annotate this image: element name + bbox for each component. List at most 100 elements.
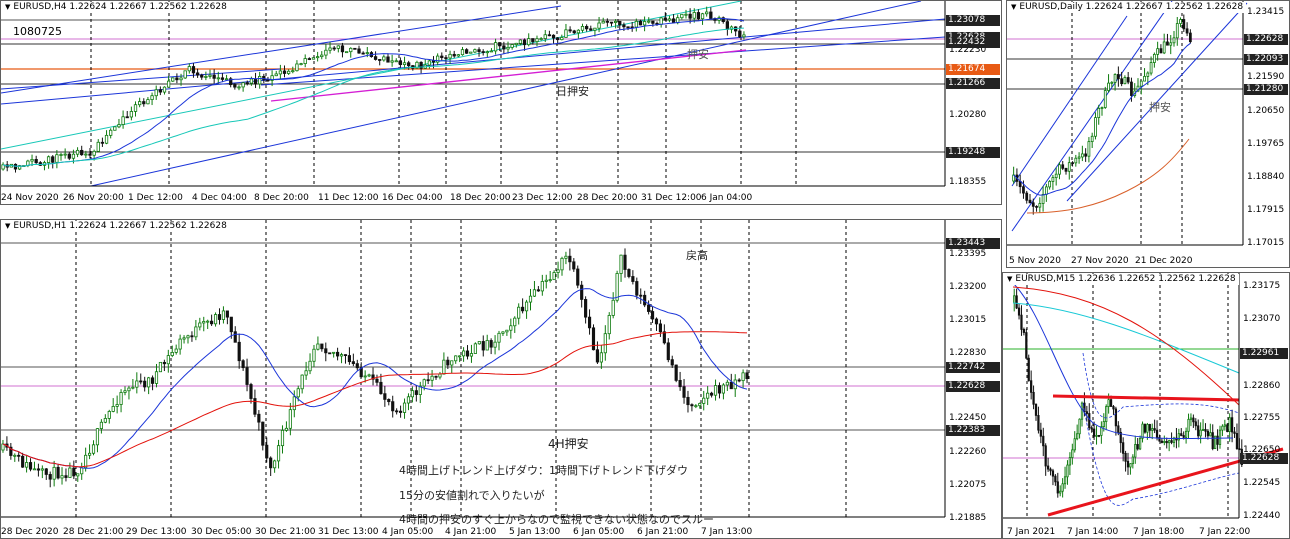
h1-candle — [682, 386, 686, 398]
time-axis-label: 21 Dec 2020 — [1135, 256, 1193, 266]
h4-candle — [667, 18, 672, 21]
h4-chart-panel[interactable]: ▼ EURUSD,H4 1.22624 1.22667 1.22562 1.226… — [0, 0, 1002, 205]
time-axis-label: 7 Jan 13:00 — [701, 527, 753, 537]
m15-chart-panel[interactable]: ▼ EURUSD,M15 1.22636 1.22652 1.22562 1.22… — [1002, 272, 1290, 539]
h1-candle — [717, 385, 722, 394]
h4-candle — [282, 70, 287, 74]
h4-candle — [183, 70, 187, 79]
h1-candle — [509, 325, 513, 331]
m15-candle — [1146, 423, 1149, 433]
h4-candle — [278, 70, 283, 75]
dropdown-triangle-icon: ▼ — [1007, 275, 1013, 283]
m15-chart-canvas[interactable] — [1003, 273, 1289, 538]
h1-candle — [324, 348, 328, 354]
dropdown-triangle-icon: ▼ — [5, 3, 11, 11]
h1-note-line2: 15分の安値割れで入りたいが — [399, 489, 545, 502]
m15-candle — [1143, 423, 1147, 433]
h4-candle — [303, 58, 307, 65]
h1-candle — [379, 381, 383, 395]
h1-candle — [615, 273, 619, 301]
h1-candle — [713, 385, 718, 396]
channel-line — [1011, 1, 1173, 232]
h1-candle — [316, 343, 320, 350]
h4-candle — [485, 51, 489, 54]
h1-candle — [351, 361, 355, 365]
h4-candle — [622, 24, 626, 28]
h4-candle — [630, 26, 634, 29]
h1-candle — [517, 306, 521, 319]
h1-candle — [308, 360, 312, 372]
daily-chart-panel[interactable]: ▼ EURUSD,Daily 1.22624 1.22667 1.22562 1.… — [1006, 0, 1290, 268]
h4-candle — [634, 20, 638, 28]
h1-candle — [336, 351, 340, 357]
h1-candle — [269, 457, 273, 469]
price-scale-label: 1.22545 — [1243, 478, 1281, 488]
h4-candle — [237, 86, 241, 89]
daily-candle — [1061, 164, 1065, 169]
h1-candle — [619, 254, 623, 274]
h1-candle — [103, 418, 107, 423]
h1-chart-panel[interactable]: ▼ EURUSD,H1 1.22624 1.22667 1.22562 1.226… — [0, 219, 1002, 539]
m15-candle — [1180, 433, 1183, 436]
h4-candle — [142, 101, 146, 105]
m15-candle — [1015, 295, 1018, 309]
h4-note-daily-pullback: 日押安 — [556, 85, 589, 98]
h4-candle — [208, 74, 212, 77]
h1-candle — [639, 294, 643, 297]
h1-candle — [147, 377, 151, 388]
h1-candle — [253, 398, 257, 415]
h1-candle — [422, 379, 426, 387]
price-marker: 1.22093 — [1244, 54, 1288, 65]
h1-candle — [745, 372, 749, 380]
h1-candle — [410, 390, 414, 398]
h4-candle — [680, 13, 684, 19]
price-scale-label: 1.18840 — [1247, 172, 1285, 182]
h4-candle — [576, 29, 581, 34]
h4-candle — [522, 39, 527, 46]
h4-candle — [692, 12, 696, 19]
m15-candle — [1071, 449, 1074, 458]
daily-candle — [1077, 156, 1081, 159]
m15-candle — [1066, 464, 1069, 478]
daily-candle — [1041, 193, 1045, 204]
daily-candle — [1182, 19, 1186, 30]
h4-candle — [46, 156, 51, 163]
h1-candle — [300, 374, 304, 390]
h4-chart-canvas[interactable] — [1, 1, 1001, 204]
m15-candle — [1112, 406, 1115, 410]
h4-candle — [212, 74, 216, 79]
h4-candle — [245, 82, 249, 85]
h4-candle — [344, 51, 349, 54]
h1-candle — [375, 378, 379, 383]
ma-blue-line — [1013, 42, 1191, 196]
price-marker: 1.22628 — [1244, 34, 1288, 45]
time-axis-label: 7 Jan 2021 — [1007, 527, 1056, 537]
h1-candle — [225, 310, 229, 318]
h4-note-pullback: 押安 — [687, 48, 709, 61]
h1-candle — [328, 352, 332, 355]
h1-candle — [95, 428, 100, 446]
h1-candle — [737, 379, 741, 382]
m15-candle — [1163, 441, 1166, 443]
daily-candle — [1172, 37, 1176, 44]
h4-candle — [382, 56, 386, 61]
daily-candle — [1035, 205, 1038, 208]
h1-candle — [304, 370, 308, 376]
h4-candle — [543, 34, 547, 39]
price-scale-label: 1.23070 — [1243, 314, 1281, 324]
h1-candle — [158, 361, 163, 373]
daily-candle — [1058, 164, 1061, 175]
m15-candle — [1126, 460, 1130, 468]
h1-candle — [627, 269, 631, 277]
h4-candle — [266, 79, 270, 82]
h1-note-line3: 4時間の押安のすぐ上からなので監視できない状態なのでスルー — [399, 513, 714, 526]
h4-candle — [113, 126, 117, 131]
h1-candle — [572, 261, 576, 270]
time-axis-label: 6 Jan 21:00 — [637, 527, 689, 537]
m15-candle — [1022, 329, 1026, 333]
h4-candle — [365, 52, 369, 54]
h4-candle — [564, 29, 568, 38]
h1-candle — [150, 377, 155, 384]
h4-candle — [510, 44, 514, 48]
m15-candle — [1013, 295, 1016, 304]
